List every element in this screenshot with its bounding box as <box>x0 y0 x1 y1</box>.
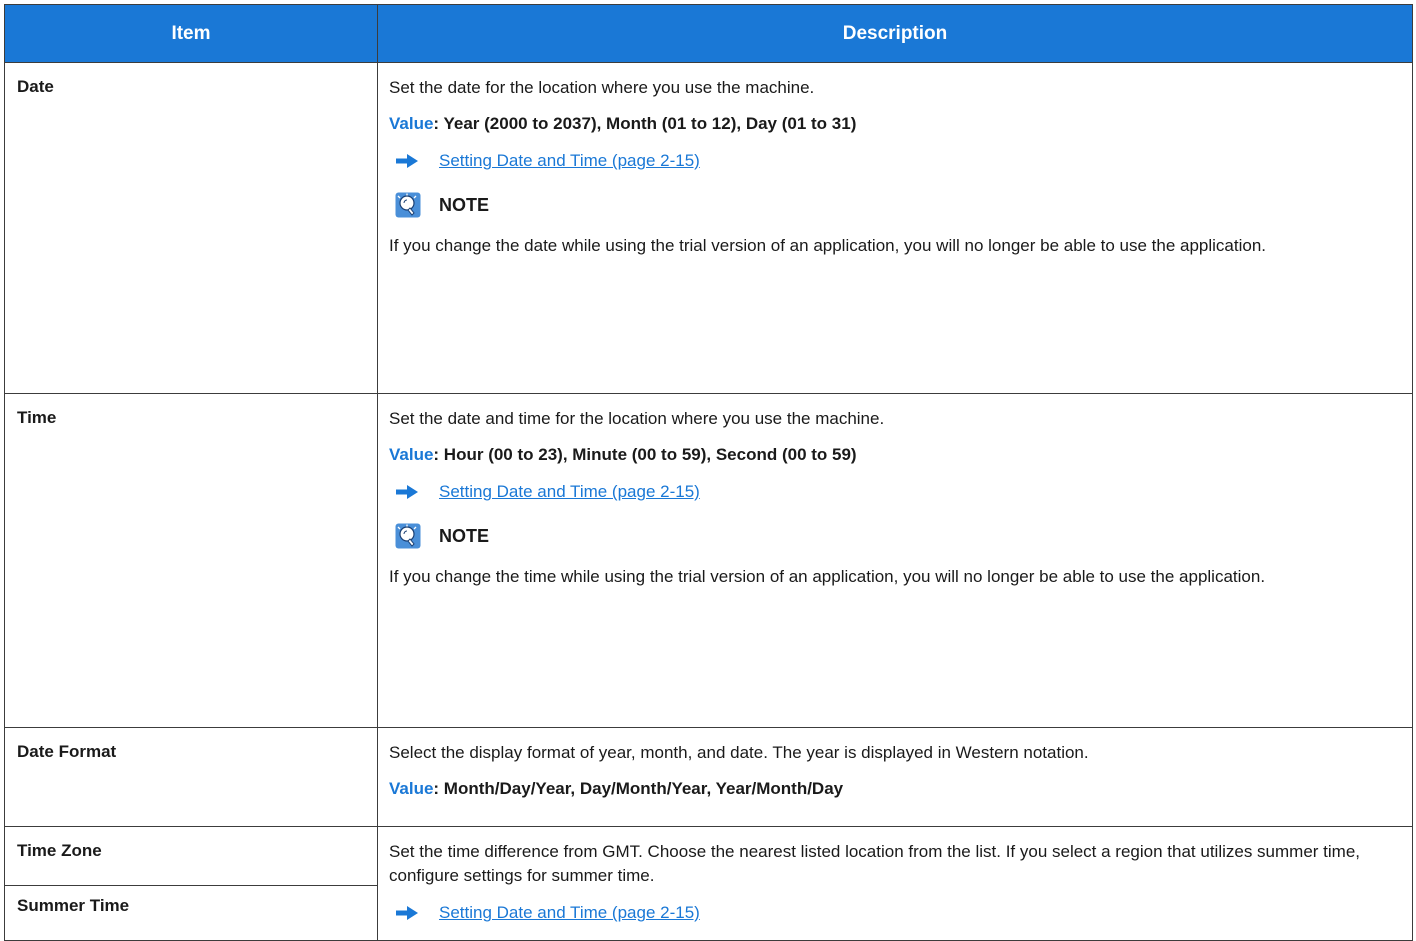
column-header-item: Item <box>4 4 378 63</box>
item-name: Summer Time <box>4 885 378 941</box>
settings-table: Item Description Date Set the date for t… <box>4 4 1413 941</box>
reference-line: Setting Date and Time (page 2-15) <box>389 901 1400 925</box>
note-title: NOTE <box>439 525 490 546</box>
value-line: Value: Hour (00 to 23), Minute (00 to 59… <box>389 443 1400 467</box>
table-row: Date Format Select the display format of… <box>4 727 1413 827</box>
description-cell: Set the date and time for the location w… <box>377 393 1413 728</box>
table-header-row: Item Description <box>4 4 1413 63</box>
table-row: Date Set the date for the location where… <box>4 62 1413 394</box>
note-heading: NOTE <box>389 190 1400 220</box>
item-name: Time Zone <box>4 826 378 886</box>
description-text: Set the date for the location where you … <box>389 78 815 97</box>
table-row: Time Zone Set the time difference from G… <box>4 826 1413 941</box>
item-name: Time <box>4 393 378 728</box>
description-cell: Set the date for the location where you … <box>377 62 1413 394</box>
value-line: Value: Month/Day/Year, Day/Month/Year, Y… <box>389 777 1400 801</box>
column-header-description: Description <box>377 4 1413 63</box>
note-title: NOTE <box>439 194 490 215</box>
value-text: : Year (2000 to 2037), Month (01 to 12),… <box>433 114 857 133</box>
description-cell: Set the time difference from GMT. Choose… <box>377 826 1413 941</box>
value-text: : Hour (00 to 23), Minute (00 to 59), Se… <box>433 445 857 464</box>
value-text: : Month/Day/Year, Day/Month/Year, Year/M… <box>433 779 844 798</box>
item-name: Date <box>4 62 378 394</box>
reference-line: Setting Date and Time (page 2-15) <box>389 480 1400 504</box>
note-text: If you change the time while using the t… <box>389 567 1266 586</box>
arrow-right-icon <box>396 154 418 168</box>
item-name: Date Format <box>4 727 378 827</box>
note-lightbulb-icon <box>395 523 421 549</box>
reference-line: Setting Date and Time (page 2-15) <box>389 149 1400 173</box>
table-row: Time Set the date and time for the locat… <box>4 393 1413 728</box>
note-lightbulb-icon <box>395 192 421 218</box>
description-text: Set the time difference from GMT. Choose… <box>389 842 1361 885</box>
description-text: Set the date and time for the location w… <box>389 409 885 428</box>
value-label: Value <box>389 445 434 464</box>
reference-link[interactable]: Setting Date and Time (page 2-15) <box>439 151 700 171</box>
reference-link[interactable]: Setting Date and Time (page 2-15) <box>439 903 700 923</box>
note-heading: NOTE <box>389 521 1400 551</box>
arrow-right-icon <box>396 906 418 920</box>
description-text: Select the display format of year, month… <box>389 743 1089 762</box>
note-text: If you change the date while using the t… <box>389 236 1267 255</box>
arrow-right-icon <box>396 485 418 499</box>
value-label: Value <box>389 114 434 133</box>
value-line: Value: Year (2000 to 2037), Month (01 to… <box>389 112 1400 136</box>
reference-link[interactable]: Setting Date and Time (page 2-15) <box>439 482 700 502</box>
value-label: Value <box>389 779 434 798</box>
description-cell: Select the display format of year, month… <box>377 727 1413 827</box>
